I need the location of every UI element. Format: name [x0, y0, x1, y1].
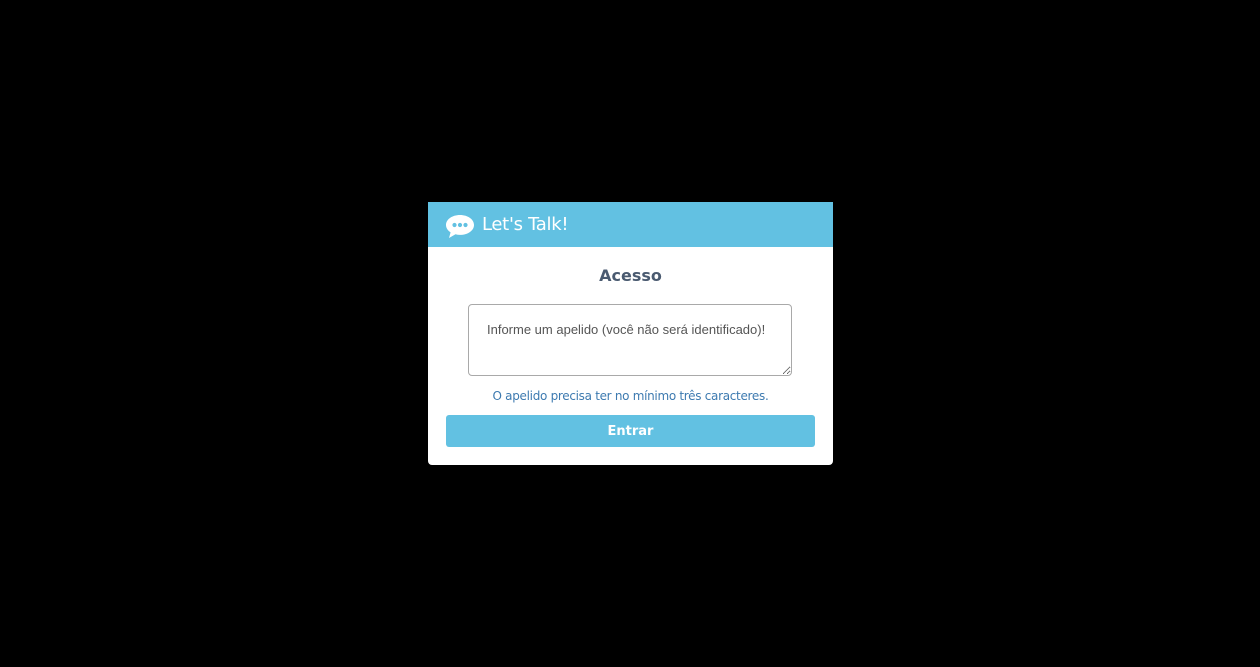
nickname-hint: O apelido precisa ter no mínimo três car… — [492, 389, 769, 403]
nickname-input[interactable] — [468, 304, 792, 376]
enter-button[interactable]: Entrar — [446, 415, 815, 447]
chat-bubble-icon — [445, 214, 475, 240]
modal-header: Let's Talk! — [428, 202, 833, 247]
login-title: Acesso — [599, 266, 662, 285]
login-modal: Let's Talk! Acesso O apelido precisa ter… — [428, 202, 833, 465]
app-title: Let's Talk! — [482, 214, 569, 235]
modal-body: Acesso O apelido precisa ter no mínimo t… — [428, 247, 833, 465]
